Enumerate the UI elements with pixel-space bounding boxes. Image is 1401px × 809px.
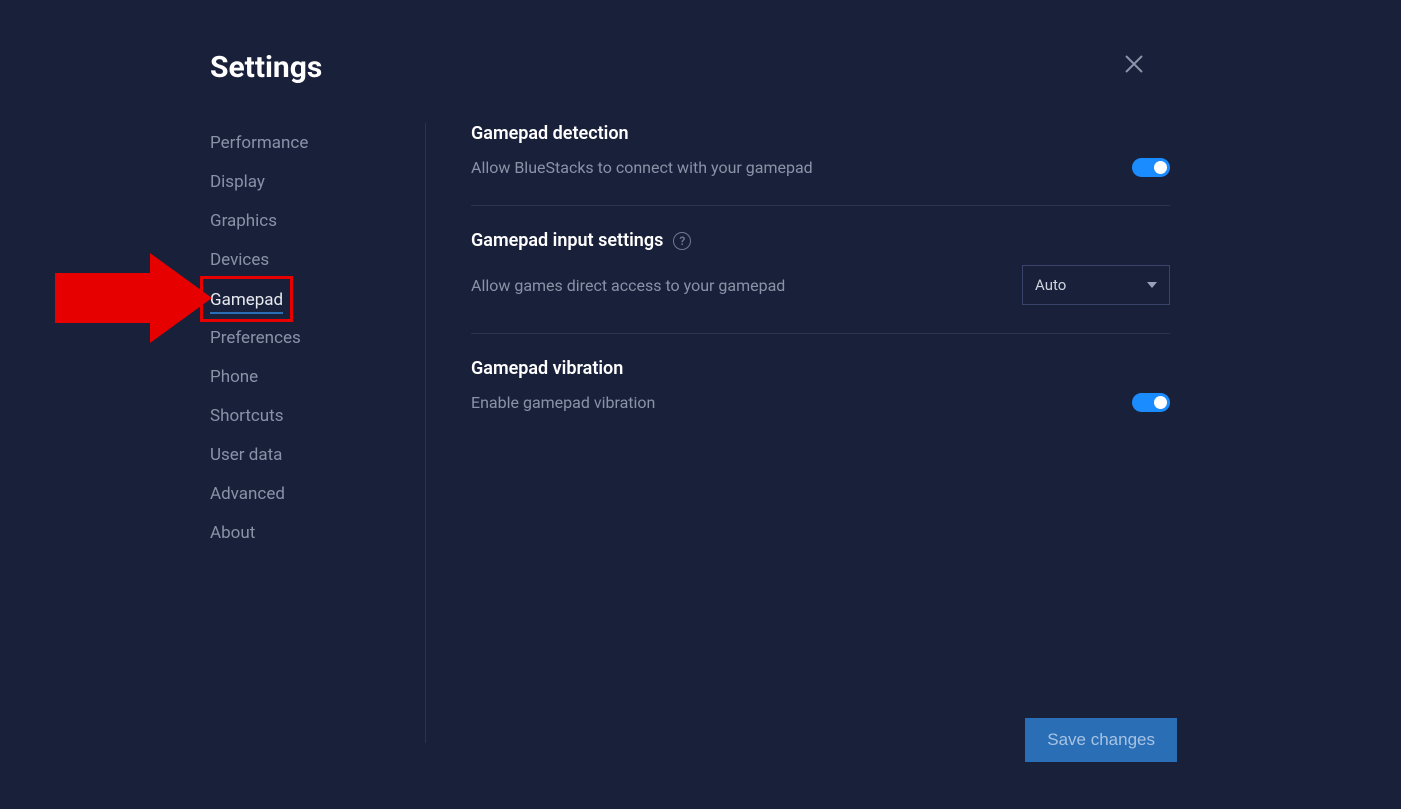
save-changes-button[interactable]: Save changes bbox=[1025, 718, 1177, 762]
section-desc-vibration: Enable gamepad vibration bbox=[471, 393, 655, 412]
sidebar-item-devices[interactable]: Devices bbox=[210, 242, 269, 278]
toggle-gamepad-detection[interactable] bbox=[1132, 158, 1170, 177]
sidebar-item-preferences[interactable]: Preferences bbox=[210, 320, 301, 356]
sidebar-item-performance[interactable]: Performance bbox=[210, 125, 308, 161]
section-title-input: Gamepad input settings bbox=[471, 230, 663, 251]
divider bbox=[425, 123, 426, 743]
chevron-down-icon bbox=[1147, 282, 1157, 288]
section-desc-detection: Allow BlueStacks to connect with your ga… bbox=[471, 158, 813, 177]
select-gamepad-input[interactable]: Auto bbox=[1022, 265, 1170, 305]
sidebar: Performance Display Graphics Devices Gam… bbox=[210, 123, 435, 743]
sidebar-item-advanced[interactable]: Advanced bbox=[210, 476, 285, 512]
sidebar-item-user-data[interactable]: User data bbox=[210, 437, 282, 473]
annotation-highlight: Gamepad bbox=[200, 276, 293, 322]
section-title-detection: Gamepad detection bbox=[471, 123, 1170, 144]
page-title: Settings bbox=[210, 50, 1170, 85]
toggle-gamepad-vibration[interactable] bbox=[1132, 393, 1170, 412]
section-gamepad-input: Gamepad input settings ? Allow games dir… bbox=[471, 230, 1170, 334]
annotation-arrow-icon bbox=[40, 248, 215, 348]
sidebar-item-display[interactable]: Display bbox=[210, 164, 265, 200]
sidebar-item-graphics[interactable]: Graphics bbox=[210, 203, 277, 239]
select-value: Auto bbox=[1035, 276, 1066, 294]
section-gamepad-vibration: Gamepad vibration Enable gamepad vibrati… bbox=[471, 358, 1170, 440]
content-pane: Gamepad detection Allow BlueStacks to co… bbox=[471, 123, 1170, 743]
sidebar-item-shortcuts[interactable]: Shortcuts bbox=[210, 398, 284, 434]
sidebar-item-phone[interactable]: Phone bbox=[210, 359, 258, 395]
help-icon[interactable]: ? bbox=[673, 232, 691, 250]
sidebar-item-gamepad[interactable]: Gamepad bbox=[210, 282, 283, 314]
section-title-vibration: Gamepad vibration bbox=[471, 358, 1170, 379]
section-gamepad-detection: Gamepad detection Allow BlueStacks to co… bbox=[471, 123, 1170, 206]
sidebar-item-about[interactable]: About bbox=[210, 515, 255, 551]
settings-dialog: Settings Performance Display Graphics De… bbox=[210, 50, 1170, 743]
section-desc-input: Allow games direct access to your gamepa… bbox=[471, 276, 785, 295]
